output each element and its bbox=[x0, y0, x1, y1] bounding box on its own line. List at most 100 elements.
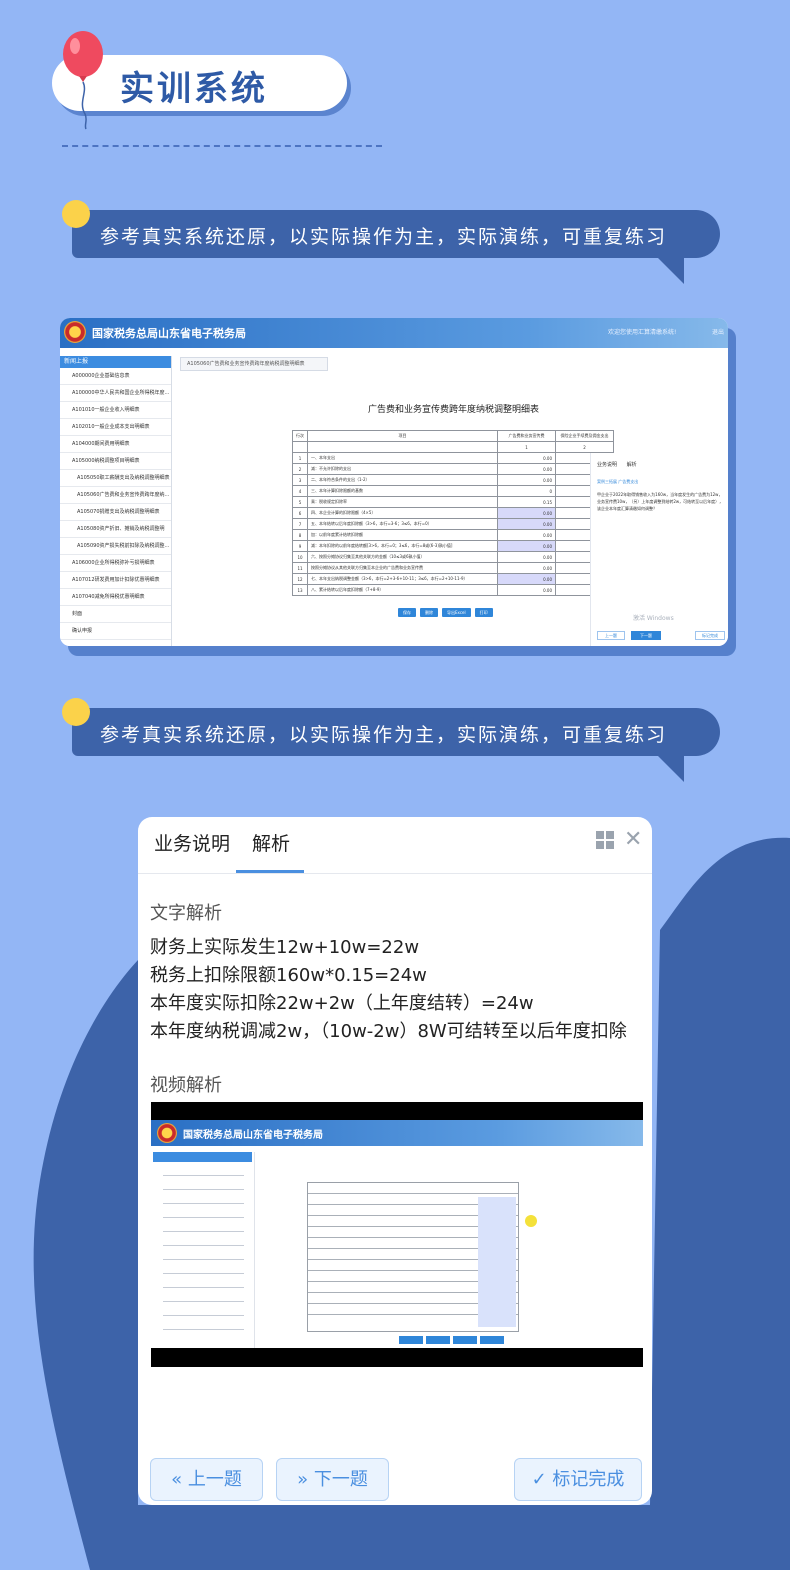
table-cell: 乘：税收规定扣除率 bbox=[307, 496, 498, 508]
table-cell: 四、本企业计算的扣除限额（4×5） bbox=[307, 507, 498, 519]
panel-tab-analysis[interactable]: 解析 bbox=[627, 462, 637, 468]
hint-panel: 业务说明 解析 案例三拓展 广告费支出 甲企业于2022年取得销售收入为160w… bbox=[590, 453, 728, 646]
toolbar-button[interactable]: 删除 bbox=[420, 608, 438, 617]
table-cell: 一、本年支出 bbox=[307, 452, 498, 464]
sidebar-item[interactable]: A105050职工薪酬支出及纳税调整明细表 bbox=[60, 470, 171, 487]
banner-text: 参考真实系统还原，以实际操作为主，实际演练，可重复练习 bbox=[100, 226, 668, 248]
tab-analysis[interactable]: 解析 bbox=[252, 829, 290, 856]
panel-tabs: 业务说明 解析 bbox=[597, 461, 637, 468]
table-cell: 7 bbox=[292, 518, 308, 530]
table-row: 3 二、本年符合条件的支出（1-2） 0.00 bbox=[292, 474, 614, 486]
grid-icon[interactable] bbox=[596, 831, 614, 849]
table-cell: 6 bbox=[292, 507, 308, 519]
table-cell: 13 bbox=[292, 584, 308, 596]
panel-next-button[interactable]: 下一题 bbox=[631, 631, 661, 640]
table-row: 9 减：本年扣除的以前年度结转额[3>6，本行=0；3≤6，本行=8或(6-3)孰… bbox=[292, 540, 614, 552]
panel-prev-button[interactable]: 上一题 bbox=[597, 631, 625, 640]
value-cell[interactable]: 0.00 bbox=[497, 562, 556, 574]
sidebar-item[interactable]: A000000企业基础信息表 bbox=[60, 368, 171, 385]
table-row: 1 一、本年支出 0.00 bbox=[292, 452, 614, 464]
table-row: 6 四、本企业计算的扣除限额（4×5） 0.00 bbox=[292, 507, 614, 519]
sidebar-item[interactable]: A105090资产损失税前扣除及纳税调整... bbox=[60, 538, 171, 555]
toolbar-button[interactable]: 打印 bbox=[474, 608, 493, 617]
table-subheader: 1 bbox=[497, 441, 556, 453]
table-cell: 八、累计结转以后年度扣除额（7+8-9） bbox=[307, 584, 498, 596]
form-toolbar: 保存 删除 导出Excel 打印 bbox=[398, 608, 493, 617]
value-cell[interactable]: 0.15 bbox=[497, 496, 556, 508]
value-cell[interactable]: 0.00 bbox=[497, 463, 556, 475]
sidebar-item[interactable]: A107040减免所得税优惠明细表 bbox=[60, 589, 171, 606]
form-title: 广告费和业务宣传费跨年度纳税调整明细表 bbox=[368, 405, 540, 415]
sidebar-header[interactable]: 新闻上报 bbox=[60, 356, 171, 368]
video-player[interactable]: 国家税务总局山东省电子税务局 bbox=[151, 1102, 643, 1367]
value-cell[interactable]: 0.00 bbox=[497, 452, 556, 464]
sidebar-item[interactable]: A104000期间费用明细表 bbox=[60, 436, 171, 453]
video-sidebar bbox=[151, 1152, 255, 1348]
banner-text: 参考真实系统还原，以实际操作为主，实际演练，可重复练习 bbox=[100, 724, 668, 746]
video-site-title: 国家税务总局山东省电子税务局 bbox=[183, 1130, 323, 1141]
feature-banner-1: 参考真实系统还原，以实际操作为主，实际演练，可重复练习 bbox=[62, 200, 720, 284]
tab-form[interactable]: A105060广告费和业务宣传费跨年度纳税调整明细表 bbox=[180, 357, 328, 371]
toolbar-button[interactable]: 导出Excel bbox=[442, 608, 471, 617]
value-cell[interactable]: 0.00 bbox=[497, 507, 556, 519]
prev-question-button[interactable]: « 上一题 bbox=[150, 1458, 263, 1501]
value-cell[interactable]: 0.00 bbox=[497, 573, 556, 585]
panel-mark-button[interactable]: 标记完成 bbox=[695, 631, 725, 640]
value-cell[interactable]: 0 bbox=[497, 485, 556, 497]
sidebar-item[interactable]: A102010一般企业成本支出明细表 bbox=[60, 419, 171, 436]
table-cell: 二、本年符合条件的支出（1-2） bbox=[307, 474, 498, 486]
sidebar-item[interactable]: 封面 bbox=[60, 606, 171, 623]
value-cell[interactable]: 0.00 bbox=[497, 551, 556, 563]
panel-tab-business[interactable]: 业务说明 bbox=[597, 462, 617, 468]
sidebar-item[interactable]: A107012研发费用加计扣除优惠明细表 bbox=[60, 572, 171, 589]
close-icon[interactable]: ✕ bbox=[624, 829, 642, 851]
video-toolbar bbox=[399, 1336, 504, 1344]
table-cell: 10 bbox=[292, 551, 308, 563]
toolbar-button[interactable]: 保存 bbox=[398, 608, 416, 617]
dashed-divider bbox=[62, 145, 382, 147]
analysis-line: 税务上扣除限额160w*0.15=24w bbox=[150, 965, 427, 986]
value-cell[interactable]: 0.00 bbox=[497, 584, 556, 596]
table-cell: 减：本年扣除的以前年度结转额[3>6，本行=0；3≤6，本行=8或(6-3)孰小… bbox=[307, 540, 498, 552]
sidebar-item[interactable]: A105000纳税调整项目明细表 bbox=[60, 453, 171, 470]
table-cell: 4 bbox=[292, 485, 308, 497]
table-cell: 六、按照分摊协议归集至其他关联方的金额（10≤3或6孰小值） bbox=[307, 551, 498, 563]
analysis-line: 本年度纳税调减2w，（10w-2w）8W可结转至以后年度扣除 bbox=[150, 1021, 627, 1042]
analysis-line: 本年度实际扣除22w+2w（上年度结转）=24w bbox=[150, 993, 534, 1014]
active-tab-indicator bbox=[236, 870, 304, 873]
value-cell[interactable]: 0.00 bbox=[497, 529, 556, 541]
welcome-text: 欢迎您使用汇算清缴系统! bbox=[608, 329, 677, 336]
logout-link[interactable]: 退出 bbox=[712, 327, 724, 336]
table-cell: 按照分摊协议从其他关联方归集至本企业的广告费和业务宣传费 bbox=[307, 562, 498, 574]
mark-complete-button[interactable]: ✓ 标记完成 bbox=[514, 1458, 642, 1501]
table-subheader: 2 bbox=[555, 441, 614, 453]
video-analysis-heading: 视频解析 bbox=[150, 1075, 222, 1096]
sidebar-item[interactable]: A101010一般企业收入明细表 bbox=[60, 402, 171, 419]
sidebar-item[interactable]: A106000企业所得税弥补亏损明细表 bbox=[60, 555, 171, 572]
cursor-highlight-icon bbox=[525, 1215, 537, 1227]
value-cell[interactable]: 0.00 bbox=[497, 540, 556, 552]
value-cell[interactable]: 0.00 bbox=[497, 474, 556, 486]
bullet-dot-icon bbox=[62, 200, 90, 228]
sidebar: 新闻上报 A000000企业基础信息表 A100000中华人民共和国企业所得税年度… bbox=[60, 356, 172, 646]
table-cell: 减：不允许扣除的支出 bbox=[307, 463, 498, 475]
value-cell[interactable]: 0.00 bbox=[497, 518, 556, 530]
sidebar-item[interactable]: A105070捐赠支出及纳税调整明细表 bbox=[60, 504, 171, 521]
system-screenshot: 国家税务总局山东省电子税务局 欢迎您使用汇算清缴系统! 退出 新闻上报 A000… bbox=[60, 318, 728, 646]
table-cell: 12 bbox=[292, 573, 308, 585]
sidebar-item[interactable]: A100000中华人民共和国企业所得税年度... bbox=[60, 385, 171, 402]
table-cell: 2 bbox=[292, 463, 308, 475]
table-row: 10 六、按照分摊协议归集至其他关联方的金额（10≤3或6孰小值） 0.00 bbox=[292, 551, 614, 563]
next-question-button[interactable]: » 下一题 bbox=[276, 1458, 389, 1501]
table-cell: 加：以前年度累计结转扣除额 bbox=[307, 529, 498, 541]
sidebar-item[interactable]: A105080资产折旧、摊销及纳税调整明 bbox=[60, 521, 171, 538]
table-cell: 11 bbox=[292, 562, 308, 574]
adjustment-table: 行次 项目 广告费和业务宣传费 保险企业手续费及佣金支出 1 2 1 一、本年支出 0.00 2 减… bbox=[292, 430, 614, 596]
sidebar-item[interactable]: A105060广告费和业务宣传费跨年度纳... bbox=[60, 487, 171, 504]
table-row: 4 三、本年计算扣除限额的基数 0 bbox=[292, 485, 614, 497]
table-header: 广告费和业务宣传费 bbox=[497, 430, 556, 442]
table-cell: 七、本年支出纳税调整金额（3>6，本行=2+3-6+10-11；3≤6，本行=2… bbox=[307, 573, 498, 585]
sidebar-item[interactable]: 确认申报 bbox=[60, 623, 171, 640]
tab-business-description[interactable]: 业务说明 bbox=[154, 829, 230, 856]
table-row: 13 八、累计结转以后年度扣除额（7+8-9） 0.00 bbox=[292, 584, 614, 596]
